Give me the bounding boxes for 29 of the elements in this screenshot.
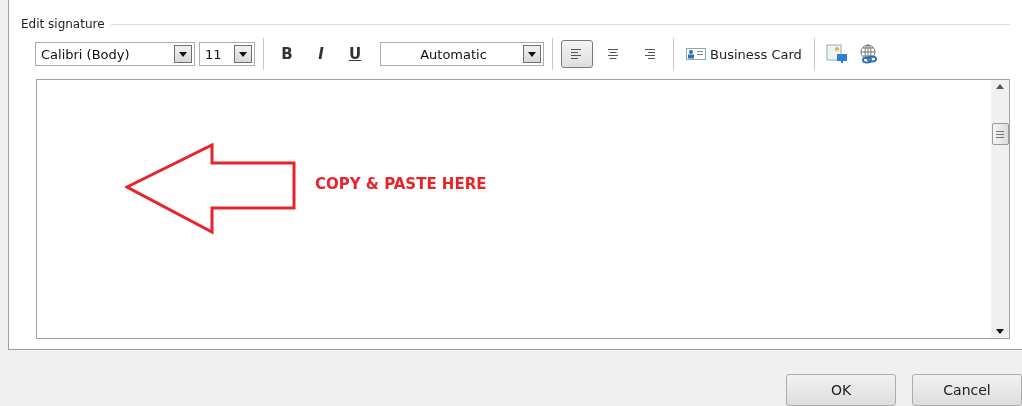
dropdown-arrow-icon — [528, 51, 536, 57]
contact-card-icon — [686, 48, 706, 60]
align-center-icon — [607, 49, 619, 59]
picture-icon — [825, 44, 848, 64]
font-dropdown[interactable]: Calibri (Body) — [35, 42, 195, 66]
dropdown-button[interactable] — [234, 45, 252, 63]
underline-button[interactable]: U — [340, 41, 370, 67]
callout-text: COPY & PASTE HERE — [315, 175, 487, 193]
ok-button[interactable]: OK — [786, 374, 896, 406]
align-left-button[interactable] — [561, 40, 593, 68]
dropdown-arrow-icon — [239, 51, 247, 57]
color-dropdown[interactable]: Automatic — [380, 42, 544, 66]
italic-button[interactable]: I — [306, 41, 336, 67]
scrollbar[interactable] — [991, 80, 1009, 338]
scroll-down-icon — [996, 329, 1004, 334]
dropdown-arrow-icon — [179, 51, 187, 57]
business-card-button[interactable]: Business Card — [682, 46, 806, 62]
scroll-thumb[interactable] — [991, 123, 1009, 145]
align-left-icon — [571, 49, 583, 59]
scroll-up-icon[interactable] — [996, 84, 1004, 89]
font-size-dropdown[interactable]: 11 — [199, 42, 255, 66]
group-title: Edit signature — [21, 17, 105, 31]
dropdown-button[interactable] — [523, 45, 541, 63]
align-right-icon — [643, 49, 655, 59]
signature-editor[interactable]: COPY & PASTE HERE — [36, 79, 1010, 339]
globe-link-icon — [858, 44, 879, 64]
dropdown-button[interactable] — [174, 45, 192, 63]
cancel-button[interactable]: Cancel — [912, 374, 1022, 406]
bold-button[interactable]: B — [272, 41, 302, 67]
